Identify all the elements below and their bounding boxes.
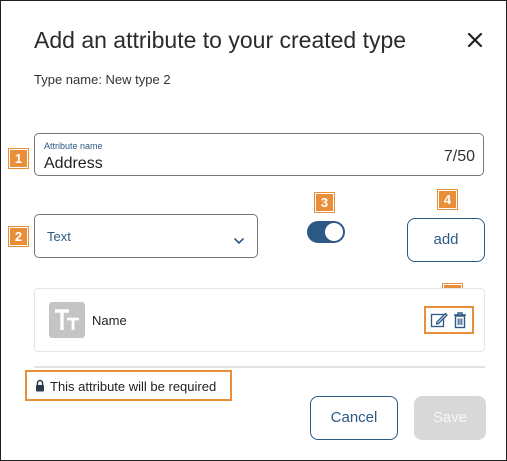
required-toggle[interactable] <box>307 221 345 243</box>
annotation-badge-4: 4 <box>437 189 458 210</box>
save-button[interactable]: Save <box>414 396 486 440</box>
annotation-badge-1: 1 <box>8 148 29 169</box>
add-button[interactable]: add <box>407 218 485 262</box>
attribute-name: Name <box>92 313 127 328</box>
required-notice-text: This attribute will be required <box>50 379 217 394</box>
attribute-type-select[interactable]: Text <box>34 214 258 258</box>
text-type-icon <box>49 302 85 338</box>
close-icon[interactable] <box>463 28 487 52</box>
divider <box>34 366 485 368</box>
cancel-button[interactable]: Cancel <box>310 396 398 440</box>
attribute-name-field[interactable]: Attribute name Address 7/50 <box>34 133 484 176</box>
lock-icon <box>35 379 45 392</box>
attribute-type-value: Text <box>47 229 71 244</box>
attribute-name-label: Attribute name <box>44 141 103 151</box>
required-notice: This attribute will be required <box>25 370 232 401</box>
add-attribute-dialog: Add an attribute to your created type Ty… <box>0 0 507 461</box>
annotation-badge-2: 2 <box>8 226 29 247</box>
edit-icon[interactable] <box>430 311 448 329</box>
dialog-title: Add an attribute to your created type <box>34 27 407 53</box>
attribute-actions <box>424 306 474 334</box>
chevron-down-icon <box>234 232 244 245</box>
type-name-label: Type name: New type 2 <box>34 72 171 87</box>
attribute-list-item: Name <box>34 288 485 352</box>
toggle-knob <box>325 223 343 241</box>
annotation-badge-3: 3 <box>314 192 335 213</box>
character-counter: 7/50 <box>443 148 475 165</box>
trash-icon[interactable] <box>451 311 469 329</box>
attribute-name-value[interactable]: Address <box>44 155 103 173</box>
